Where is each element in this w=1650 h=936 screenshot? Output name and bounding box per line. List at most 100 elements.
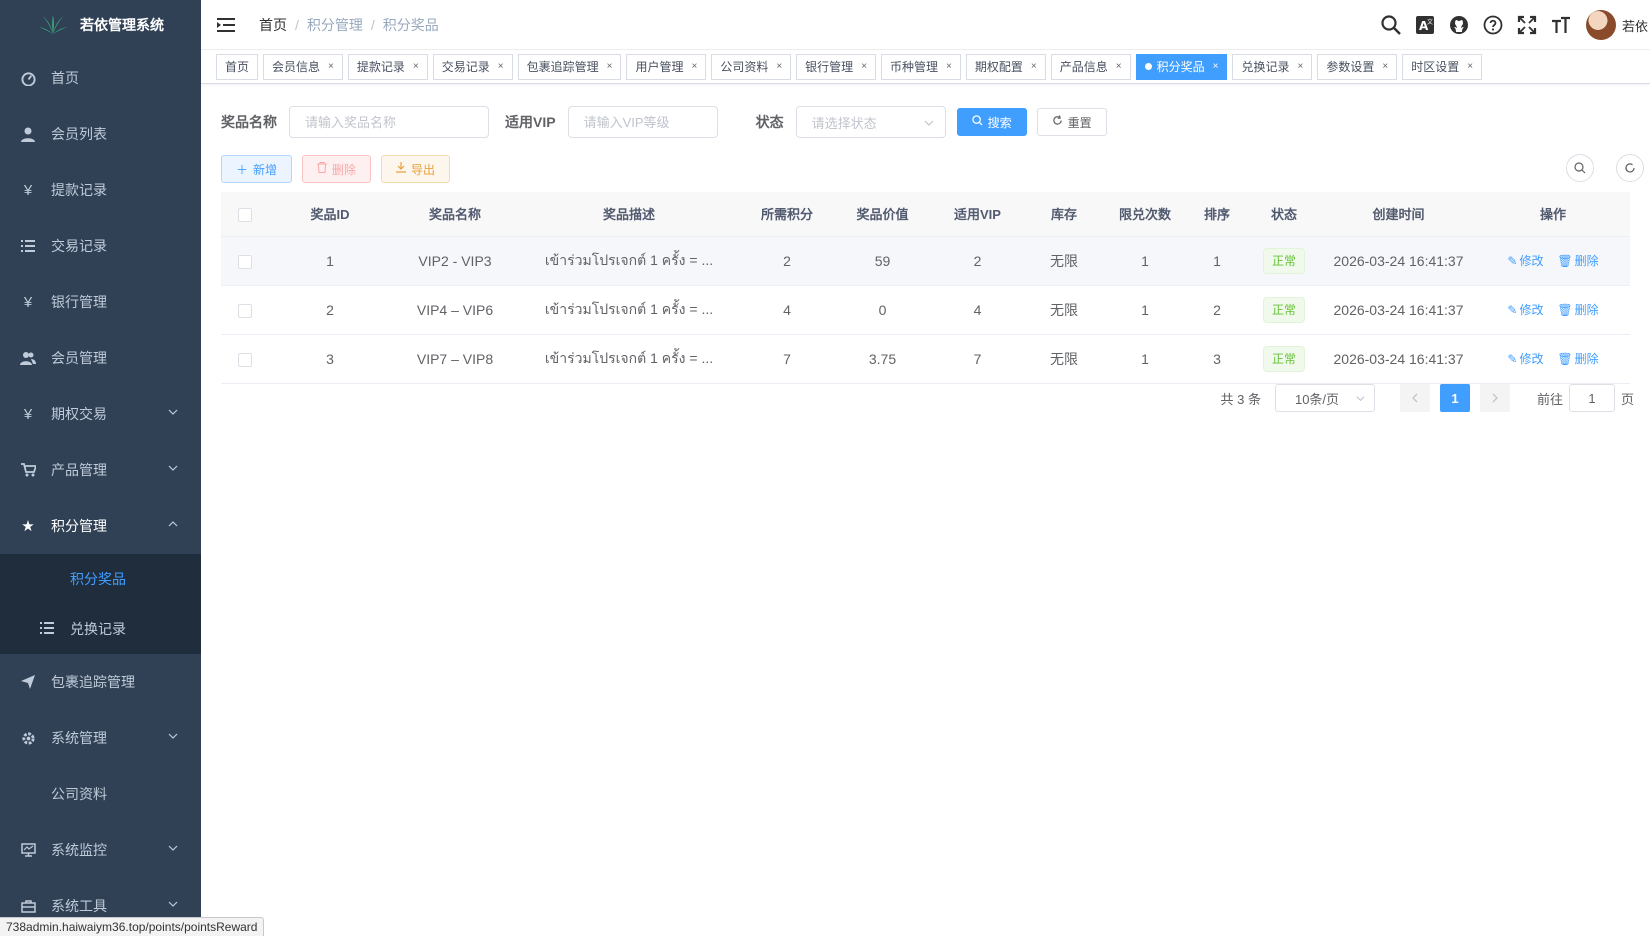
close-icon[interactable]: ×: [776, 55, 782, 79]
tab-points-reward[interactable]: 积分奖品 ×: [1135, 53, 1228, 80]
sidebar-item-member-list[interactable]: 会员列表: [0, 106, 201, 162]
select-all-checkbox[interactable]: [238, 207, 252, 222]
vip-input[interactable]: [567, 106, 718, 138]
tab-user-management[interactable]: 用户管理 ×: [626, 53, 707, 80]
edit-button[interactable]: ✎ 修改: [1507, 301, 1543, 318]
delete-row-button[interactable]: 🗑 删除: [1557, 350, 1598, 367]
close-icon[interactable]: ×: [1297, 55, 1303, 79]
sidebar-item-withdraw-records[interactable]: ¥ 提款记录: [0, 162, 201, 218]
sidebar-item-package-tracking[interactable]: 包裹追踪管理: [0, 654, 201, 710]
reward-name-input[interactable]: [289, 106, 489, 138]
search-icon[interactable]: [1380, 14, 1402, 36]
help-icon[interactable]: [1482, 14, 1504, 36]
navbar: 首页 / 积分管理 / 积分奖品 A文 若依: [201, 0, 1650, 50]
hamburger-icon[interactable]: [217, 17, 235, 33]
sidebar-item-bank-management[interactable]: ¥ 银行管理: [0, 274, 201, 330]
sidebar-item-label: 系统监控: [51, 842, 107, 858]
add-button-label: 新增: [253, 162, 278, 177]
search-form: 奖品名称 适用VIP 状态 请选择状态 搜索 重置: [221, 104, 1630, 140]
sidebar-item-system-monitor[interactable]: 系统监控: [0, 822, 201, 878]
breadcrumb-home[interactable]: 首页: [259, 15, 287, 35]
tab-trade-records[interactable]: 交易记录 ×: [432, 53, 513, 80]
close-icon[interactable]: ×: [1031, 55, 1037, 79]
row-checkbox[interactable]: [238, 352, 252, 367]
sidebar-item-product-management[interactable]: 产品管理: [0, 442, 201, 498]
next-page-button[interactable]: [1479, 384, 1510, 412]
close-icon[interactable]: ×: [328, 55, 334, 79]
export-button[interactable]: 导出: [381, 155, 451, 183]
tab-product-info[interactable]: 产品信息 ×: [1050, 53, 1131, 80]
reset-button[interactable]: 重置: [1036, 108, 1107, 136]
tab-currency-management[interactable]: 币种管理 ×: [881, 53, 961, 80]
page-size-select[interactable]: 10条/页: [1274, 384, 1375, 412]
tab-label: 兑换记录: [1241, 59, 1290, 74]
cell-sort: 2: [1187, 285, 1247, 335]
sidebar-item-trade-records[interactable]: 交易记录: [0, 218, 201, 274]
translate-icon[interactable]: A文: [1414, 14, 1436, 36]
close-icon[interactable]: ×: [607, 55, 613, 79]
github-icon[interactable]: [1448, 14, 1470, 36]
avatar[interactable]: [1586, 10, 1616, 40]
cell-id: 1: [269, 236, 391, 286]
list-icon: [20, 238, 36, 254]
goto-page-input[interactable]: 1: [1568, 384, 1615, 412]
row-checkbox[interactable]: [238, 254, 252, 269]
table-row[interactable]: 2 VIP4 – VIP6 เข้าร่วมโปรเจกต์ 1 ครั้ง =…: [221, 285, 1630, 335]
main-content: 奖品名称 适用VIP 状态 请选择状态 搜索 重置 ＋ 新增 删除 导出: [201, 84, 1650, 936]
edit-button[interactable]: ✎ 修改: [1507, 252, 1543, 269]
close-icon[interactable]: ×: [861, 55, 867, 79]
add-button[interactable]: ＋ 新增: [221, 155, 293, 183]
row-checkbox[interactable]: [238, 303, 252, 318]
chevron-down-icon: [168, 733, 178, 739]
cell-value: 0: [835, 285, 930, 335]
close-icon[interactable]: ×: [946, 55, 952, 79]
tab-label: 提款记录: [356, 59, 405, 74]
sidebar-item-exchange-records[interactable]: 兑换记录: [0, 604, 201, 654]
sidebar-item-options-trading[interactable]: ¥ 期权交易: [0, 386, 201, 442]
tab-param-settings[interactable]: 参数设置 ×: [1317, 53, 1398, 80]
user-name[interactable]: 若依: [1622, 16, 1650, 35]
search-button[interactable]: 搜索: [956, 108, 1027, 136]
delete-button[interactable]: 删除: [302, 155, 372, 183]
tab-package-tracking[interactable]: 包裹追踪管理 ×: [517, 53, 622, 80]
cell-id: 3: [269, 334, 391, 384]
cell-status: 正常: [1247, 285, 1321, 335]
prev-page-button[interactable]: [1399, 384, 1430, 412]
tab-options-config[interactable]: 期权配置 ×: [965, 53, 1046, 80]
tab-exchange-records[interactable]: 兑换记录 ×: [1232, 53, 1313, 80]
delete-row-button[interactable]: 🗑 删除: [1557, 301, 1598, 318]
tab-home[interactable]: 首页: [216, 53, 259, 80]
app-logo[interactable]: 若依管理系统: [0, 0, 201, 50]
table-row[interactable]: 3 VIP7 – VIP8 เข้าร่วมโปรเจกต์ 1 ครั้ง =…: [221, 334, 1630, 384]
edit-button[interactable]: ✎ 修改: [1507, 350, 1543, 367]
fullscreen-icon[interactable]: [1516, 14, 1538, 36]
close-icon[interactable]: ×: [1116, 55, 1122, 79]
delete-label: 删除: [1574, 254, 1599, 269]
close-icon[interactable]: ×: [1213, 55, 1219, 79]
close-icon[interactable]: ×: [413, 55, 419, 79]
page-number-current[interactable]: 1: [1439, 384, 1470, 412]
sidebar-item-label: 系统工具: [51, 898, 107, 914]
sidebar-item-points-management[interactable]: ★ 积分管理: [0, 498, 201, 554]
sidebar-item-system-management[interactable]: 系统管理: [0, 710, 201, 766]
close-icon[interactable]: ×: [498, 55, 504, 79]
status-select[interactable]: 请选择状态: [795, 106, 946, 138]
refresh-table-button[interactable]: [1616, 154, 1644, 182]
close-icon[interactable]: ×: [1467, 55, 1473, 79]
sidebar-item-home[interactable]: 首页: [0, 50, 201, 106]
delete-row-button[interactable]: 🗑 删除: [1557, 252, 1598, 269]
tab-bank-management[interactable]: 银行管理 ×: [796, 53, 877, 80]
sidebar-item-company-info[interactable]: 公司资料: [0, 766, 201, 822]
toggle-search-button[interactable]: [1566, 154, 1594, 182]
close-icon[interactable]: ×: [691, 55, 697, 79]
close-icon[interactable]: ×: [1382, 55, 1388, 79]
peoples-icon: [20, 350, 36, 366]
table-row[interactable]: 1 VIP2 - VIP3 เข้าร่วมโปรเจกต์ 1 ครั้ง =…: [221, 236, 1630, 286]
tab-company-info[interactable]: 公司资料 ×: [711, 53, 792, 80]
tab-member-info[interactable]: 会员信息 ×: [263, 53, 343, 80]
tab-withdraw-records[interactable]: 提款记录 ×: [347, 53, 428, 80]
font-size-icon[interactable]: [1550, 14, 1572, 36]
tab-timezone-settings[interactable]: 时区设置 ×: [1402, 53, 1483, 80]
sidebar-item-member-management[interactable]: 会员管理: [0, 330, 201, 386]
sidebar-item-points-reward[interactable]: 积分奖品: [0, 554, 201, 604]
